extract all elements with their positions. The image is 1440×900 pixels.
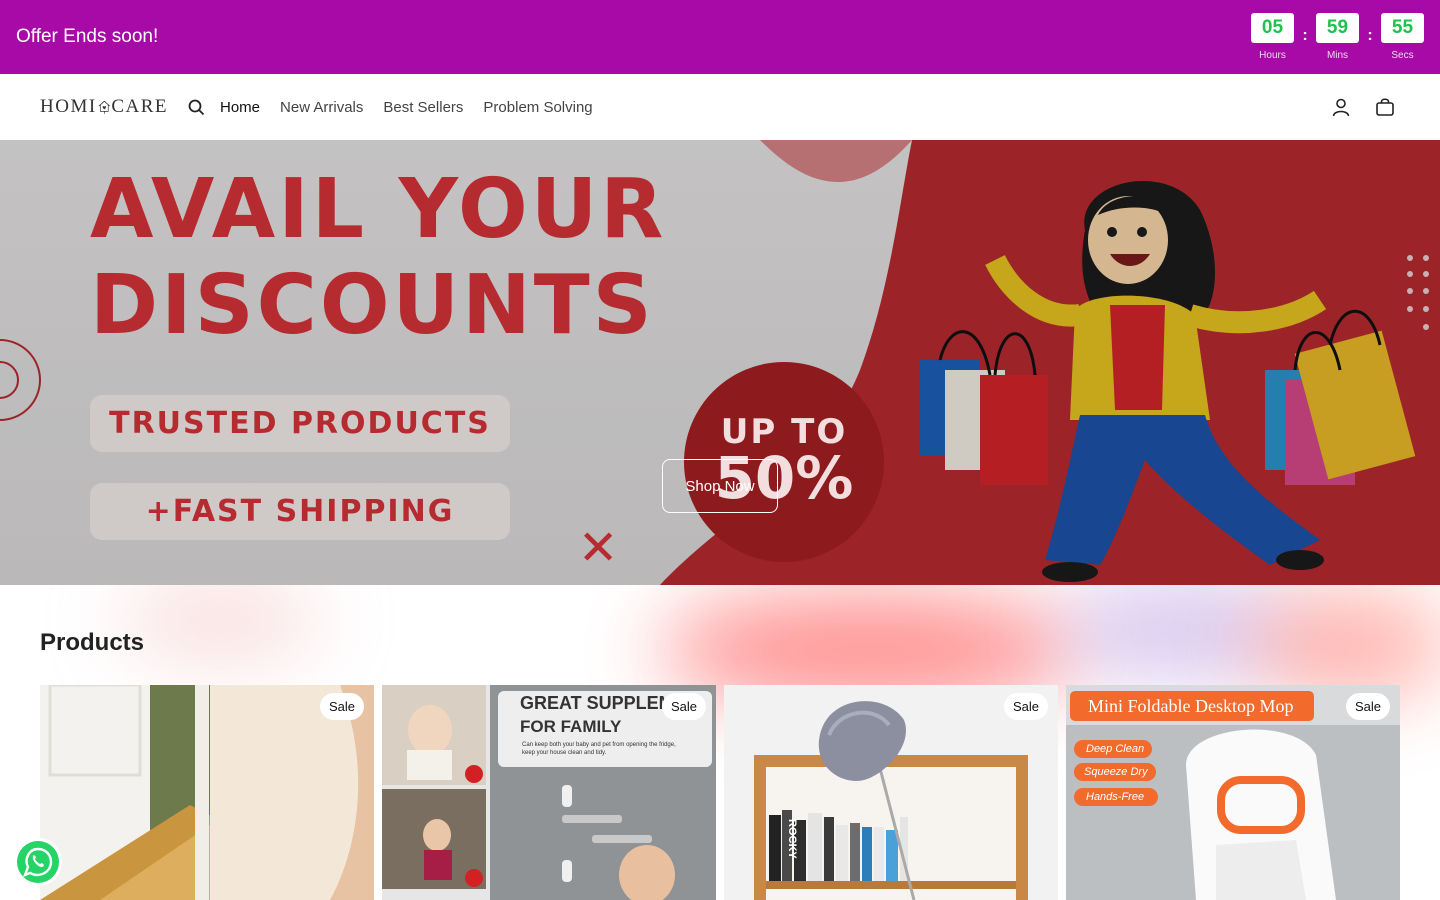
product-image-text: FOR FAMILY <box>520 717 622 736</box>
product-card[interactable]: ROCKY Sale <box>724 685 1058 900</box>
product-card[interactable]: Sale <box>40 685 374 900</box>
timer-mins: 59 Mins <box>1316 13 1359 61</box>
search-icon <box>188 99 204 115</box>
hero-headline-line2: DISCOUNTS <box>90 258 655 353</box>
countdown-timer: 05 Hours : 59 Mins : 55 Secs <box>1251 13 1424 61</box>
sale-badge: Sale <box>1003 693 1048 720</box>
products-title: Products <box>40 629 145 656</box>
main-nav: Home New Arrivals Best Sellers Problem S… <box>220 99 593 116</box>
timer-hours-label: Hours <box>1259 50 1286 61</box>
house-heart-icon <box>98 100 110 114</box>
logo[interactable]: HOMI CARE <box>40 92 168 122</box>
header-actions <box>1330 96 1396 118</box>
hero-headline-line1: AVAIL YOUR <box>90 162 667 257</box>
product-feature: Squeeze Dry <box>1084 766 1148 778</box>
logo-text-right: CARE <box>111 96 168 117</box>
announcement-bar: Offer Ends soon! 05 Hours : 59 Mins : 55… <box>0 0 1440 74</box>
timer-separator: : <box>1302 27 1308 44</box>
product-image-text: Can keep both your baby and pet from ope… <box>522 742 676 748</box>
cart-button[interactable] <box>1374 96 1396 118</box>
products-section: Products Sale GREAT SUPPLEME FOR FAMILY … <box>0 585 1440 900</box>
hero-headline: AVAIL YOUR DISCOUNTS <box>90 162 666 354</box>
timer-separator: : <box>1367 27 1373 44</box>
sale-badge: Sale <box>661 693 706 720</box>
product-card[interactable]: Mini Foldable Desktop Mop Deep Clean Squ… <box>1066 685 1400 900</box>
hero-banner: AVAIL YOUR DISCOUNTS TRUSTED PRODUCTS +F… <box>0 140 1440 585</box>
product-image-text: ROCKY <box>786 819 798 859</box>
account-button[interactable] <box>1330 96 1352 118</box>
cart-icon <box>1376 98 1394 116</box>
shop-now-button[interactable]: Shop Now <box>662 459 778 513</box>
sale-badge: Sale <box>1345 693 1390 720</box>
timer-mins-label: Mins <box>1326 50 1349 61</box>
nav-problem-solving[interactable]: Problem Solving <box>483 99 592 116</box>
timer-secs-value: 55 <box>1381 13 1424 43</box>
timer-mins-value: 59 <box>1316 13 1359 43</box>
nav-home[interactable]: Home <box>220 99 260 116</box>
product-image-text: keep your house clean and tidy. <box>522 750 607 756</box>
whatsapp-button[interactable] <box>14 838 62 886</box>
product-image-text: Mini Foldable Desktop Mop <box>1088 696 1294 716</box>
product-card[interactable]: GREAT SUPPLEME FOR FAMILY Can keep both … <box>382 685 716 900</box>
sale-badge: Sale <box>319 693 364 720</box>
nav-best-sellers[interactable]: Best Sellers <box>383 99 463 116</box>
site-header: HOMI CARE Home New Arrivals Best Sellers… <box>0 74 1440 140</box>
logo-text-left: HOMI <box>40 96 97 117</box>
whatsapp-icon <box>17 841 59 883</box>
hero-pill-trusted: TRUSTED PRODUCTS <box>90 395 510 452</box>
hero-pill-shipping: +FAST SHIPPING <box>90 483 510 540</box>
timer-secs-label: Secs <box>1391 50 1414 61</box>
offer-text: Offer Ends soon! <box>16 26 159 47</box>
product-image <box>40 685 374 900</box>
search-button[interactable] <box>186 97 206 117</box>
product-feature: Hands-Free <box>1086 791 1145 803</box>
product-feature: Deep Clean <box>1086 743 1145 755</box>
decor-blob <box>1250 595 1440 695</box>
nav-new-arrivals[interactable]: New Arrivals <box>280 99 363 116</box>
close-x-icon: ✕ <box>578 520 619 576</box>
timer-secs: 55 Secs <box>1381 13 1424 61</box>
timer-hours: 05 Hours <box>1251 13 1294 61</box>
account-icon <box>1332 98 1350 117</box>
product-image <box>724 685 1058 900</box>
timer-hours-value: 05 <box>1251 13 1294 43</box>
decor-blob <box>120 585 320 655</box>
product-image-text: GREAT SUPPLEME <box>520 693 686 713</box>
